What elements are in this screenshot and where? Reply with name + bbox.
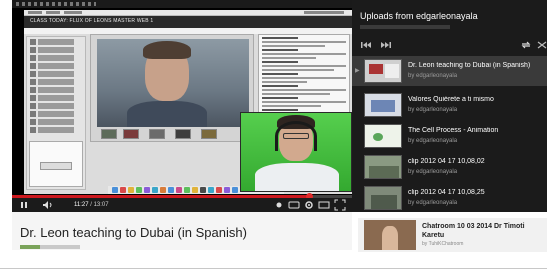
next-icon[interactable] xyxy=(380,40,392,53)
playlist-item-author: by edgarleonayala xyxy=(408,107,458,113)
playlist-item[interactable]: ▶ Dr. Leon teaching to Dubai (in Spanish… xyxy=(352,56,547,86)
uploader-avatar-strip xyxy=(20,245,80,249)
suggested-title: Chatroom 10 03 2014 Dr Timoti Karetu xyxy=(422,223,525,239)
youtube-watch-page: CLASS TODAY: FLUX OF LEONS MASTER WEB 1 xyxy=(0,0,547,273)
loop-icon[interactable] xyxy=(520,40,532,53)
size-toggle-icon[interactable] xyxy=(318,199,330,211)
app-window-titlebar: CLASS TODAY: FLUX OF LEONS MASTER WEB 1 xyxy=(24,16,352,28)
playlist-thumbnail xyxy=(364,155,402,179)
video-top-bar xyxy=(12,0,352,8)
webcam-thumbnails xyxy=(97,129,249,139)
playlist-title[interactable]: Uploads from edgarleonayala xyxy=(360,11,478,21)
webcam-area xyxy=(90,34,254,142)
playlist-item[interactable]: clip 2012 04 17 10,08,25 by edgarleonaya… xyxy=(352,183,547,212)
playlist-item[interactable]: Valores Quiérete a ti mismo by edgarleon… xyxy=(352,90,547,120)
playlist-thumbnail xyxy=(364,59,402,83)
time-display: 11:27 / 13:07 xyxy=(74,199,109,211)
now-playing-icon: ▶ xyxy=(355,68,360,74)
playlist-item-author: by edgarleonayala xyxy=(408,138,458,144)
video-player[interactable]: CLASS TODAY: FLUX OF LEONS MASTER WEB 1 xyxy=(12,0,352,212)
shuffle-icon[interactable] xyxy=(537,40,547,53)
fullscreen-icon[interactable] xyxy=(334,199,346,211)
suggested-thumbnail xyxy=(364,220,416,250)
playlist-item-title: Valores Quiérete a ti mismo xyxy=(408,96,494,103)
playlist-item-author: by edgarleonayala xyxy=(408,200,458,206)
previous-icon[interactable] xyxy=(360,40,372,53)
playlist-item-title: The Cell Process - Animation xyxy=(408,127,499,134)
annotations-icon[interactable] xyxy=(274,199,284,211)
suggested-author: by TuhiKChatroom xyxy=(422,241,464,247)
participant-list xyxy=(26,36,86,190)
suggested-video[interactable]: Chatroom 10 03 2014 Dr Timoti Karetu by … xyxy=(358,218,547,252)
panel-button xyxy=(40,162,72,170)
picture-in-picture-webcam xyxy=(240,112,352,192)
player-controls: 11:27 / 13:07 xyxy=(12,198,352,212)
playlist-item[interactable]: The Cell Process - Animation by edgarleo… xyxy=(352,121,547,151)
video-info: Dr. Leon teaching to Dubai (in Spanish) xyxy=(12,212,352,250)
playlist-item[interactable]: clip 2012 04 17 10,08,02 by edgarleonaya… xyxy=(352,152,547,182)
playlist-thumbnail xyxy=(364,124,402,148)
playlist-item-title: clip 2012 04 17 10,08,02 xyxy=(408,158,485,165)
speaker-icon[interactable] xyxy=(42,199,54,211)
playlist-panel: Uploads from edgarleonayala ▶ Dr. Leon t… xyxy=(352,0,547,212)
participant-panel xyxy=(29,141,83,187)
playlist-thumbnail xyxy=(364,93,402,117)
current-time: 11:27 xyxy=(74,202,89,208)
playlist-item-title: Dr. Leon teaching to Dubai (in Spanish) xyxy=(408,62,531,69)
playlist-item-title: clip 2012 04 17 10,08,25 xyxy=(408,189,485,196)
playlist-item-author: by edgarleonayala xyxy=(408,73,458,79)
settings-gear-icon[interactable] xyxy=(303,199,315,211)
captions-icon[interactable] xyxy=(288,199,300,211)
page-divider xyxy=(0,268,547,269)
duration: 13:07 xyxy=(93,202,109,208)
playlist-item-author: by edgarleonayala xyxy=(408,169,458,175)
video-title: Dr. Leon teaching to Dubai (in Spanish) xyxy=(20,225,247,240)
pause-icon[interactable] xyxy=(20,199,28,211)
app-window-title: CLASS TODAY: FLUX OF LEONS MASTER WEB 1 xyxy=(30,18,154,24)
main-webcam xyxy=(97,39,249,127)
playlist-subtitle xyxy=(360,25,450,29)
playlist-thumbnail xyxy=(364,186,402,210)
